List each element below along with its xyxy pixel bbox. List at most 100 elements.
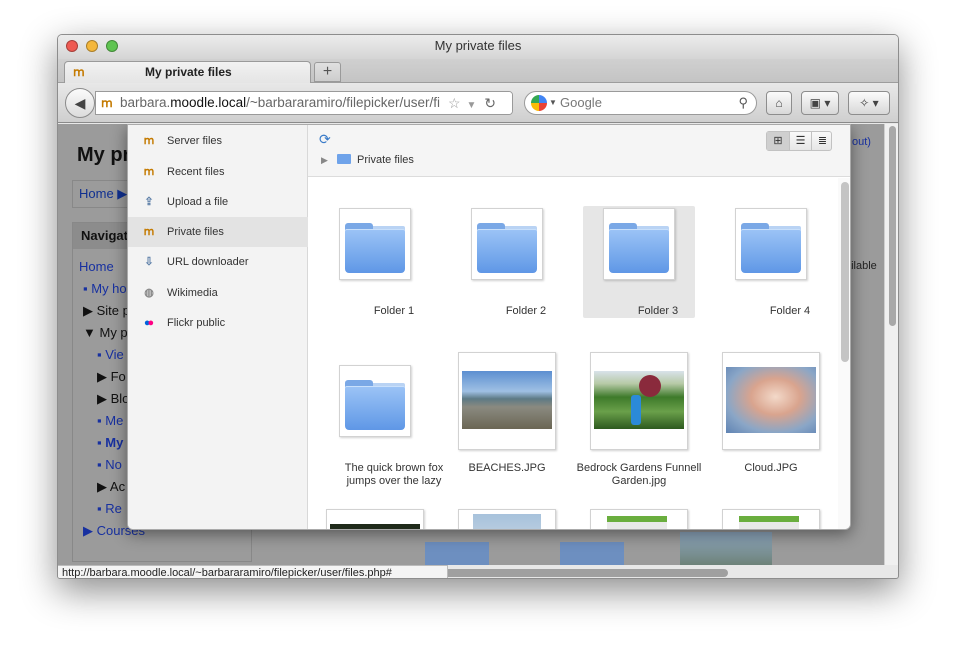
back-button[interactable]: ◀	[65, 88, 95, 118]
repo-flickr-public[interactable]: ●● Flickr public	[128, 308, 308, 338]
search-placeholder: Google	[560, 95, 602, 110]
file-tile-folder-4[interactable]: Folder 4	[735, 208, 838, 358]
background-folder-thumb	[425, 542, 489, 565]
url-path: /~barbararamiro/filepicker/user/fi	[246, 95, 441, 110]
icon-view-button[interactable]: ⊞	[767, 132, 789, 150]
file-tile-folder-quick-brown-fox[interactable]: The quick brown fox jumps over the lazy	[339, 365, 449, 515]
close-window-button[interactable]	[66, 40, 78, 52]
background-image-thumb	[680, 532, 772, 565]
background-nav-home: Home	[79, 259, 114, 274]
status-bar-url: http://barbara.moodle.local/~barbararami…	[58, 565, 448, 578]
history-dropdown-icon[interactable]: ▼	[466, 100, 476, 111]
folder-thumbnail	[735, 208, 807, 280]
window-title: My private files	[434, 38, 522, 53]
file-tile-cloud[interactable]: Cloud.JPG	[722, 352, 832, 502]
zoom-window-button[interactable]	[106, 40, 118, 52]
tree-view-button[interactable]: ≣	[811, 132, 833, 150]
view-mode-switcher: ⊞ ☰ ≣	[766, 131, 832, 151]
flickr-icon: ●●	[143, 317, 155, 329]
magnifier-icon[interactable]: ⚲	[738, 92, 748, 114]
folder-icon	[475, 217, 539, 273]
title-bar: My private files	[58, 35, 898, 59]
file-name: Bedrock Gardens Funnell Garden.jpg	[576, 462, 702, 487]
background-logout-link: out)	[852, 136, 871, 148]
file-grid: Folder 1 Folder 2 Folder 3 Folder 4 The …	[308, 178, 838, 529]
folder-thumbnail	[339, 365, 411, 437]
repo-private-files[interactable]: ⅿ Private files	[128, 217, 308, 247]
file-tile-bedrock-gardens[interactable]: Bedrock Gardens Funnell Garden.jpg	[577, 352, 701, 502]
background-nav-item: My ho	[91, 281, 127, 296]
file-type-thumbnail[interactable]	[722, 509, 820, 529]
google-icon[interactable]	[531, 95, 547, 111]
repo-recent-files[interactable]: ⅿ Recent files	[128, 157, 308, 187]
folder-thumbnail	[471, 208, 543, 280]
site-identity-icon[interactable]: ⅿ	[101, 92, 113, 114]
image-thumbnail[interactable]	[326, 509, 424, 529]
file-grid-scroll-thumb[interactable]	[841, 182, 849, 362]
repository-list: ⅿ Server files ⅿ Recent files ⇪ Upload a fi…	[128, 125, 308, 529]
background-nav-item: My	[105, 435, 124, 450]
reload-icon[interactable]: ↻	[484, 95, 496, 111]
file-tile-folder-1[interactable]: Folder 1	[339, 208, 449, 358]
repo-upload-a-file[interactable]: ⇪ Upload a file	[128, 187, 308, 217]
file-tile-folder-3[interactable]: Folder 3	[583, 206, 713, 358]
bookmarks-menu-button[interactable]: ▣ ▾	[801, 91, 839, 115]
file-type-thumbnail[interactable]	[590, 509, 688, 529]
file-picker-dialog: ⅿ Server files ⅿ Recent files ⇪ Upload a fi…	[127, 124, 851, 530]
file-tile-folder-2[interactable]: Folder 2	[471, 208, 581, 358]
background-nav-item: Fo	[110, 369, 126, 384]
address-bar[interactable]: ⅿ barbara.moodle.local/~barbararamiro/fi…	[95, 91, 513, 115]
refresh-icon[interactable]: ⟳	[319, 131, 335, 147]
tools-menu-button[interactable]: ✧ ▾	[848, 91, 890, 115]
page-vertical-scrollbar[interactable]	[884, 124, 898, 565]
list-view-button[interactable]: ☰	[789, 132, 811, 150]
repo-server-files[interactable]: ⅿ Server files	[128, 126, 308, 156]
repo-url-downloader[interactable]: ⇩ URL downloader	[128, 247, 308, 277]
repo-label: Flickr public	[167, 317, 226, 329]
tab-my-private-files[interactable]: ⅿ My private files	[64, 61, 311, 84]
tab-strip: ⅿ My private files +	[58, 59, 898, 84]
folder-icon	[343, 374, 407, 430]
tab-label: My private files	[145, 65, 232, 79]
image-thumbnail	[458, 352, 556, 450]
folder-icon	[336, 154, 351, 164]
repo-label: Upload a file	[167, 196, 229, 208]
browser-window: My private files ⅿ My private files + ◀ …	[57, 34, 899, 579]
file-name: Folder 3	[637, 305, 679, 317]
page-viewport: My pr Home ▶ Navigat Home ▪ My ho ▶ Site…	[58, 124, 884, 565]
home-button[interactable]: ⌂	[766, 91, 792, 115]
bookmark-star-icon[interactable]: ☆	[448, 95, 461, 111]
file-name: Cloud.JPG	[744, 462, 798, 474]
repo-label: URL downloader	[167, 256, 249, 268]
folder-thumbnail	[603, 208, 675, 280]
breadcrumb-folder-name[interactable]: Private files	[357, 154, 414, 166]
file-tile-beaches[interactable]: BEACHES.JPG	[458, 352, 568, 502]
search-bar[interactable]: ▼ Google ⚲	[524, 91, 757, 115]
cloud-photo	[726, 367, 816, 433]
minimize-window-button[interactable]	[86, 40, 98, 52]
file-grid-scrollbar[interactable]	[838, 178, 850, 529]
list-icon: ☰	[795, 135, 806, 147]
search-engine-dropdown-icon[interactable]: ▼	[549, 92, 557, 114]
expand-arrow-icon[interactable]: ▶	[321, 155, 328, 165]
file-name: BEACHES.JPG	[468, 462, 546, 474]
background-page-title: My pr	[77, 144, 131, 166]
tree-icon: ≣	[817, 135, 828, 147]
new-tab-button[interactable]: +	[314, 62, 341, 82]
upload-icon: ⇪	[144, 196, 154, 208]
wikimedia-icon: ◍	[144, 287, 154, 299]
page-scroll-thumb[interactable]	[889, 126, 896, 326]
url-download-icon: ⇩	[144, 256, 154, 268]
file-name: Folder 1	[373, 305, 415, 317]
repo-wikimedia[interactable]: ◍ Wikimedia	[128, 278, 308, 308]
repo-label: Wikimedia	[167, 287, 218, 299]
home-icon: ⌂	[775, 96, 783, 110]
image-thumbnail[interactable]	[458, 509, 556, 529]
bookmarks-icon: ▣ ▾	[809, 96, 831, 110]
file-browser-toolbar: ⟳ ▶ Private files ⊞ ☰ ≣	[308, 125, 850, 177]
background-nav-item: Site p	[96, 303, 130, 318]
repo-label: Recent files	[167, 166, 225, 178]
folder-thumbnail	[339, 208, 411, 280]
moodle-favicon-icon: ⅿ	[73, 65, 85, 79]
file-name: The quick brown fox jumps over the lazy	[344, 462, 444, 487]
